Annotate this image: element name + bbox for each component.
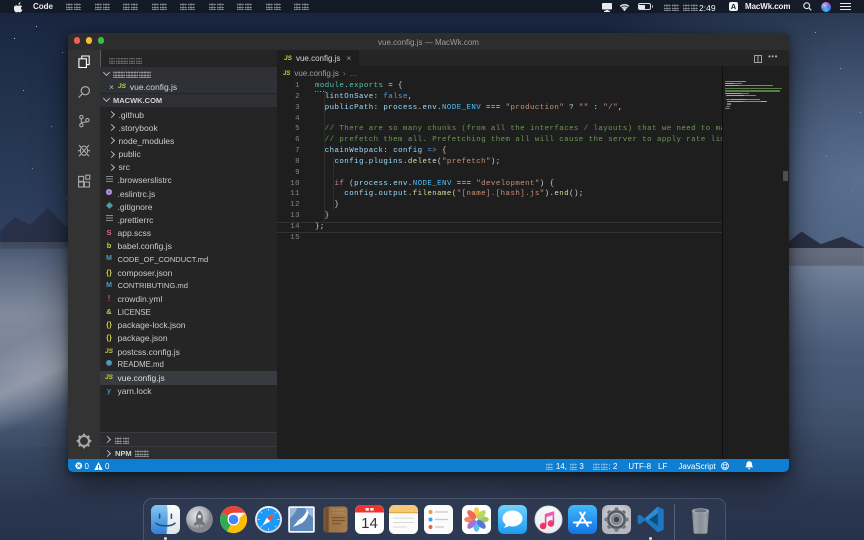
svg-text:14: 14 (361, 515, 378, 532)
